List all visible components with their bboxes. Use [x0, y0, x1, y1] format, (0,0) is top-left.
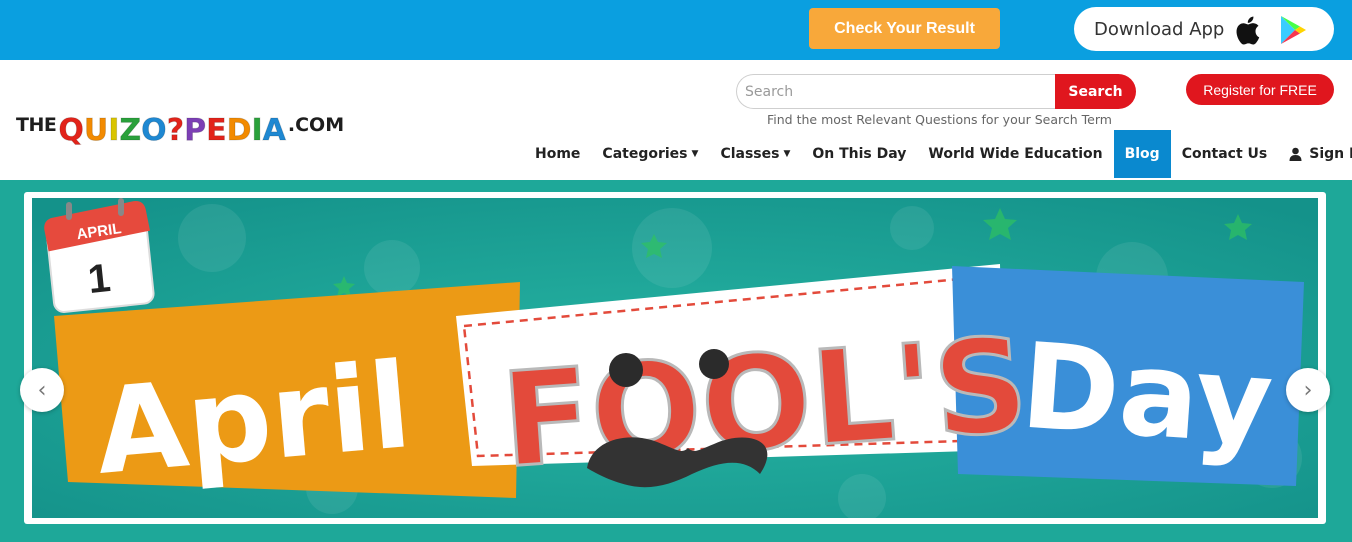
nav-label: Classes	[720, 146, 780, 162]
register-button[interactable]: Register for FREE	[1186, 74, 1334, 105]
nav-label: On This Day	[812, 146, 907, 162]
nav-classes[interactable]: Classes ▼	[709, 130, 801, 178]
logo-letter: I	[108, 113, 120, 148]
caret-down-icon: ▼	[691, 149, 699, 159]
banner-word-day: Day	[1017, 316, 1277, 471]
logo-prefix: THE	[16, 114, 57, 136]
nav-blog[interactable]: Blog	[1113, 130, 1171, 178]
nav-label: Contact Us	[1181, 146, 1268, 162]
site-logo[interactable]: THE Q U I Z O ? P E D I A .COM	[16, 96, 344, 146]
logo-letter: A	[262, 113, 286, 148]
logo-letter: O	[141, 113, 167, 148]
logo-letter: ?	[166, 113, 185, 148]
caret-down-icon: ▼	[783, 149, 791, 159]
april-fools-slide[interactable]: APRIL 1 April Day FOOL'S	[32, 198, 1318, 518]
hero-carousel: APRIL 1 April Day FOOL'S ‹ ›	[0, 180, 1352, 542]
nav-sign-in[interactable]: Sign In ▼	[1278, 130, 1352, 178]
download-app-button[interactable]: Download App	[1074, 7, 1334, 51]
logo-letter: D	[226, 113, 252, 148]
logo-suffix: .COM	[287, 114, 345, 136]
search-hint: Find the most Relevant Questions for you…	[767, 112, 1112, 127]
googly-eye	[699, 349, 729, 379]
check-your-result-button[interactable]: Check Your Result	[809, 8, 1000, 49]
chevron-left-icon: ‹	[37, 377, 47, 403]
nav-on-this-day[interactable]: On This Day	[801, 130, 917, 178]
logo-letter: U	[83, 113, 109, 148]
nav-label: Blog	[1124, 146, 1160, 162]
carousel-prev-button[interactable]: ‹	[20, 368, 64, 412]
nav-world-wide-education[interactable]: World Wide Education	[917, 130, 1113, 178]
search-button[interactable]: Search	[1055, 74, 1136, 109]
apple-icon[interactable]	[1232, 11, 1266, 49]
search-bar: Search	[736, 74, 1136, 109]
download-app-label: Download App	[1094, 18, 1225, 40]
logo-word: Q U I Z O ? P E D I A	[58, 113, 287, 148]
logo-letter: I	[251, 113, 263, 148]
nav-categories[interactable]: Categories ▼	[591, 130, 709, 178]
logo-letter: Q	[58, 113, 84, 148]
user-icon	[1289, 147, 1302, 161]
top-bar: Check Your Result Download App	[0, 0, 1352, 60]
carousel-next-button[interactable]: ›	[1286, 368, 1330, 412]
logo-letter: E	[206, 113, 227, 148]
calendar-day: 1	[86, 256, 113, 302]
banner-word-april: April	[90, 336, 416, 501]
chevron-right-icon: ›	[1303, 377, 1313, 403]
nav-contact-us[interactable]: Contact Us	[1171, 130, 1279, 178]
search-input[interactable]	[736, 74, 1056, 109]
nav-label: Home	[535, 146, 581, 162]
nav-label: World Wide Education	[928, 146, 1103, 162]
google-play-icon[interactable]	[1276, 13, 1310, 47]
main-nav: Home Categories ▼ Classes ▼ On This Day …	[524, 130, 1352, 178]
carousel-slide-frame: APRIL 1 April Day FOOL'S	[24, 192, 1326, 524]
logo-letter: Z	[119, 113, 142, 148]
site-header: THE Q U I Z O ? P E D I A .COM Search Fi…	[0, 60, 1352, 180]
logo-letter: P	[184, 113, 207, 148]
nav-home[interactable]: Home	[524, 130, 591, 178]
nav-label: Sign In	[1309, 146, 1352, 162]
nav-label: Categories	[602, 146, 688, 162]
googly-eye	[609, 353, 643, 387]
